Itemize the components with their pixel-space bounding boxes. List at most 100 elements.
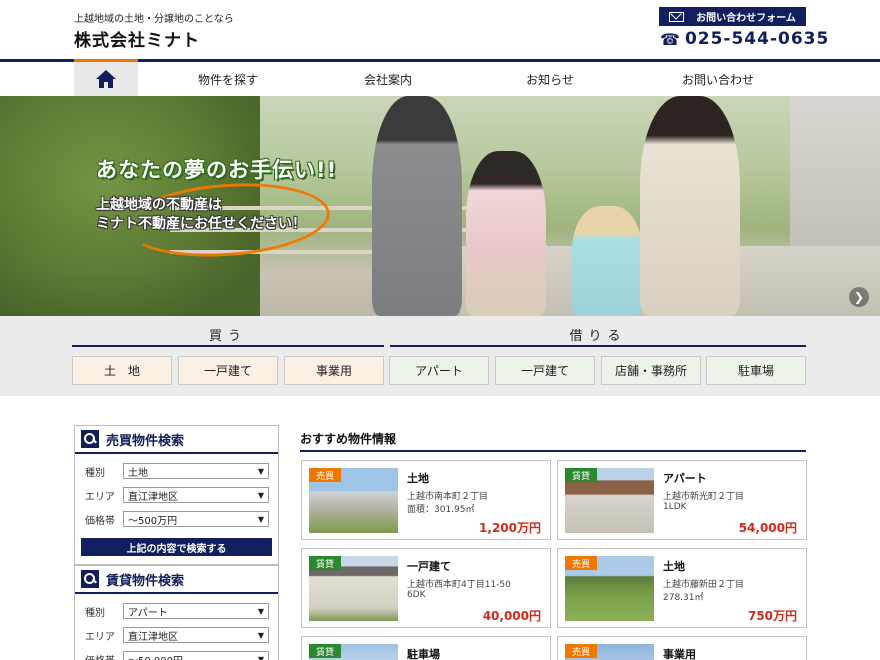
field-label: 価格帯 bbox=[75, 652, 123, 660]
sale-price-row: 価格帯 ～500万円 ▼ bbox=[75, 508, 278, 530]
field-label: 種別 bbox=[85, 607, 105, 619]
slider-next-arrow-icon[interactable]: ❯ bbox=[849, 287, 869, 307]
rent-area-row: エリア 直江津地区 ▼ bbox=[75, 624, 278, 646]
rent-price-select[interactable]: ～50,000円 ▼ bbox=[123, 651, 269, 660]
category-buy-house[interactable]: 一戸建て bbox=[178, 356, 278, 385]
rent-search-panel: 賃貸物件検索 種別 アパート ▼ エリア 直江津地区 ▼ 価格帯 ～50,000… bbox=[74, 565, 279, 660]
listing-badge: 賃貸 bbox=[309, 556, 341, 570]
hero-figure-girl bbox=[466, 151, 546, 316]
nav-item-contact[interactable]: お問い合わせ bbox=[660, 62, 776, 96]
sale-price-select[interactable]: ～500万円 ▼ bbox=[123, 511, 269, 527]
category-buy-land[interactable]: 土 地 bbox=[72, 356, 172, 385]
select-value: 土地 bbox=[128, 467, 148, 479]
hero-figure-mother bbox=[640, 96, 740, 316]
sale-search-title: 売買物件検索 bbox=[106, 433, 185, 449]
caret-down-icon: ▼ bbox=[257, 515, 264, 524]
listing-card[interactable]: 賃貸 アパート 上越市新光町２丁目 1LDK 54,000円 bbox=[557, 460, 807, 540]
select-value: アパート bbox=[128, 607, 168, 619]
phone-number[interactable]: ☎ 025-544-0635 bbox=[660, 29, 829, 49]
sale-type-select[interactable]: 土地 ▼ bbox=[123, 463, 269, 479]
listing-type: 土地 bbox=[663, 560, 685, 573]
sale-search-button[interactable]: 上記の内容で検索する bbox=[81, 538, 272, 556]
rent-heading: 借りる bbox=[390, 325, 806, 347]
listing-price: 40,000円 bbox=[482, 609, 541, 623]
hero-subtitle: 上越地域の不動産は ミナト不動産にお任せください！ bbox=[96, 196, 306, 234]
caret-down-icon: ▼ bbox=[257, 467, 264, 476]
listing-card[interactable]: 売買 事業用 bbox=[557, 636, 807, 660]
nav-item-company[interactable]: 会社案内 bbox=[330, 62, 446, 96]
listing-card[interactable]: 賃貸 駐車場 bbox=[301, 636, 551, 660]
contact-form-button[interactable]: お問い合わせフォーム bbox=[659, 7, 806, 26]
listing-type: 土地 bbox=[407, 472, 429, 485]
hero-banner: あなたの夢のお手伝い!! 上越地域の不動産は ミナト不動産にお任せください！ ❯ bbox=[0, 96, 880, 316]
hero-figure-father bbox=[372, 96, 462, 316]
site-header: 上越地域の土地・分譲地のことなら 株式会社ミナト お問い合わせフォーム ☎ 02… bbox=[0, 0, 880, 59]
caret-down-icon: ▼ bbox=[257, 631, 264, 640]
contact-form-label: お問い合わせフォーム bbox=[696, 13, 796, 24]
search-icon bbox=[81, 570, 99, 588]
listings-title: おすすめ物件情報 bbox=[300, 432, 397, 446]
category-band: 買う 借りる 土 地 一戸建て 事業用 アパート 一戸建て 店舗・事務所 駐車場 bbox=[0, 316, 880, 396]
phone-number-text: 025-544-0635 bbox=[684, 29, 830, 49]
sale-type-row: 種別 土地 ▼ bbox=[75, 460, 278, 482]
listing-badge: 賃貸 bbox=[309, 644, 341, 658]
sale-area-select[interactable]: 直江津地区 ▼ bbox=[123, 487, 269, 503]
company-logo[interactable]: 株式会社ミナト bbox=[74, 26, 200, 51]
caret-down-icon: ▼ bbox=[257, 655, 264, 660]
listing-badge: 売買 bbox=[565, 644, 597, 658]
sale-search-header: 売買物件検索 bbox=[75, 426, 278, 454]
listing-card[interactable]: 売買 土地 上越市藤新田２丁目 278.31㎡ 750万円 bbox=[557, 548, 807, 628]
caret-down-icon: ▼ bbox=[257, 491, 264, 500]
select-value: ～500万円 bbox=[128, 515, 178, 527]
sale-area-row: エリア 直江津地区 ▼ bbox=[75, 484, 278, 506]
rent-area-select[interactable]: 直江津地区 ▼ bbox=[123, 627, 269, 643]
nav-home[interactable] bbox=[74, 59, 138, 96]
category-rent-parking[interactable]: 駐車場 bbox=[706, 356, 806, 385]
listing-address: 上越市新光町２丁目 bbox=[663, 492, 745, 502]
home-icon bbox=[96, 70, 116, 88]
listing-type: 事業用 bbox=[663, 648, 696, 660]
listing-badge: 売買 bbox=[565, 556, 597, 570]
caret-down-icon: ▼ bbox=[257, 607, 264, 616]
listing-card[interactable]: 売買 土地 上越市南本町２丁目 面積：301.95㎡ 1,200万円 bbox=[301, 460, 551, 540]
listing-detail: 面積：301.95㎡ bbox=[407, 505, 475, 515]
category-rent-apartment[interactable]: アパート bbox=[389, 356, 489, 385]
listing-address: 上越市藤新田２丁目 bbox=[663, 580, 745, 590]
listing-type: 駐車場 bbox=[407, 648, 440, 660]
category-rent-shop-office[interactable]: 店舗・事務所 bbox=[601, 356, 701, 385]
hero-subtitle-line-1: 上越地域の不動産は bbox=[96, 197, 222, 213]
hero-title: あなたの夢のお手伝い!! bbox=[96, 158, 338, 182]
telephone-icon: ☎ bbox=[660, 29, 681, 49]
select-value: 直江津地区 bbox=[128, 631, 178, 643]
select-value: ～50,000円 bbox=[128, 652, 183, 660]
search-icon bbox=[81, 430, 99, 448]
listing-detail: 278.31㎡ bbox=[663, 593, 704, 603]
listing-address: 上越市西本町4丁目11-50 bbox=[407, 580, 511, 590]
listing-detail: 1LDK bbox=[663, 502, 687, 512]
main-nav: 物件を探す 会社案内 お知らせ お問い合わせ bbox=[0, 59, 880, 96]
field-label: エリア bbox=[85, 491, 115, 503]
nav-item-news[interactable]: お知らせ bbox=[492, 62, 608, 96]
mail-icon bbox=[669, 11, 685, 22]
hero-subtitle-line-2: ミナト不動産にお任せください！ bbox=[96, 216, 306, 232]
listing-badge: 賃貸 bbox=[565, 468, 597, 482]
listing-price: 1,200万円 bbox=[479, 521, 541, 535]
category-buy-commercial[interactable]: 事業用 bbox=[284, 356, 384, 385]
listing-card[interactable]: 賃貸 一戸建て 上越市西本町4丁目11-50 6DK 40,000円 bbox=[301, 548, 551, 628]
rent-search-title: 賃貸物件検索 bbox=[106, 573, 185, 589]
nav-item-property-search[interactable]: 物件を探す bbox=[170, 62, 286, 96]
rent-type-row: 種別 アパート ▼ bbox=[75, 600, 278, 622]
hero-figure-boy bbox=[572, 206, 642, 316]
site-tagline: 上越地域の土地・分譲地のことなら bbox=[74, 14, 234, 25]
listing-address: 上越市南本町２丁目 bbox=[407, 492, 489, 502]
select-value: 直江津地区 bbox=[128, 491, 178, 503]
rent-type-select[interactable]: アパート ▼ bbox=[123, 603, 269, 619]
category-rent-house[interactable]: 一戸建て bbox=[495, 356, 595, 385]
listing-price: 54,000円 bbox=[738, 521, 797, 535]
rent-search-header: 賃貸物件検索 bbox=[75, 566, 278, 594]
field-label: 種別 bbox=[85, 467, 105, 479]
listing-detail: 6DK bbox=[407, 590, 426, 600]
listing-type: アパート bbox=[663, 472, 707, 485]
listing-type: 一戸建て bbox=[407, 560, 451, 573]
listing-badge: 売買 bbox=[309, 468, 341, 482]
